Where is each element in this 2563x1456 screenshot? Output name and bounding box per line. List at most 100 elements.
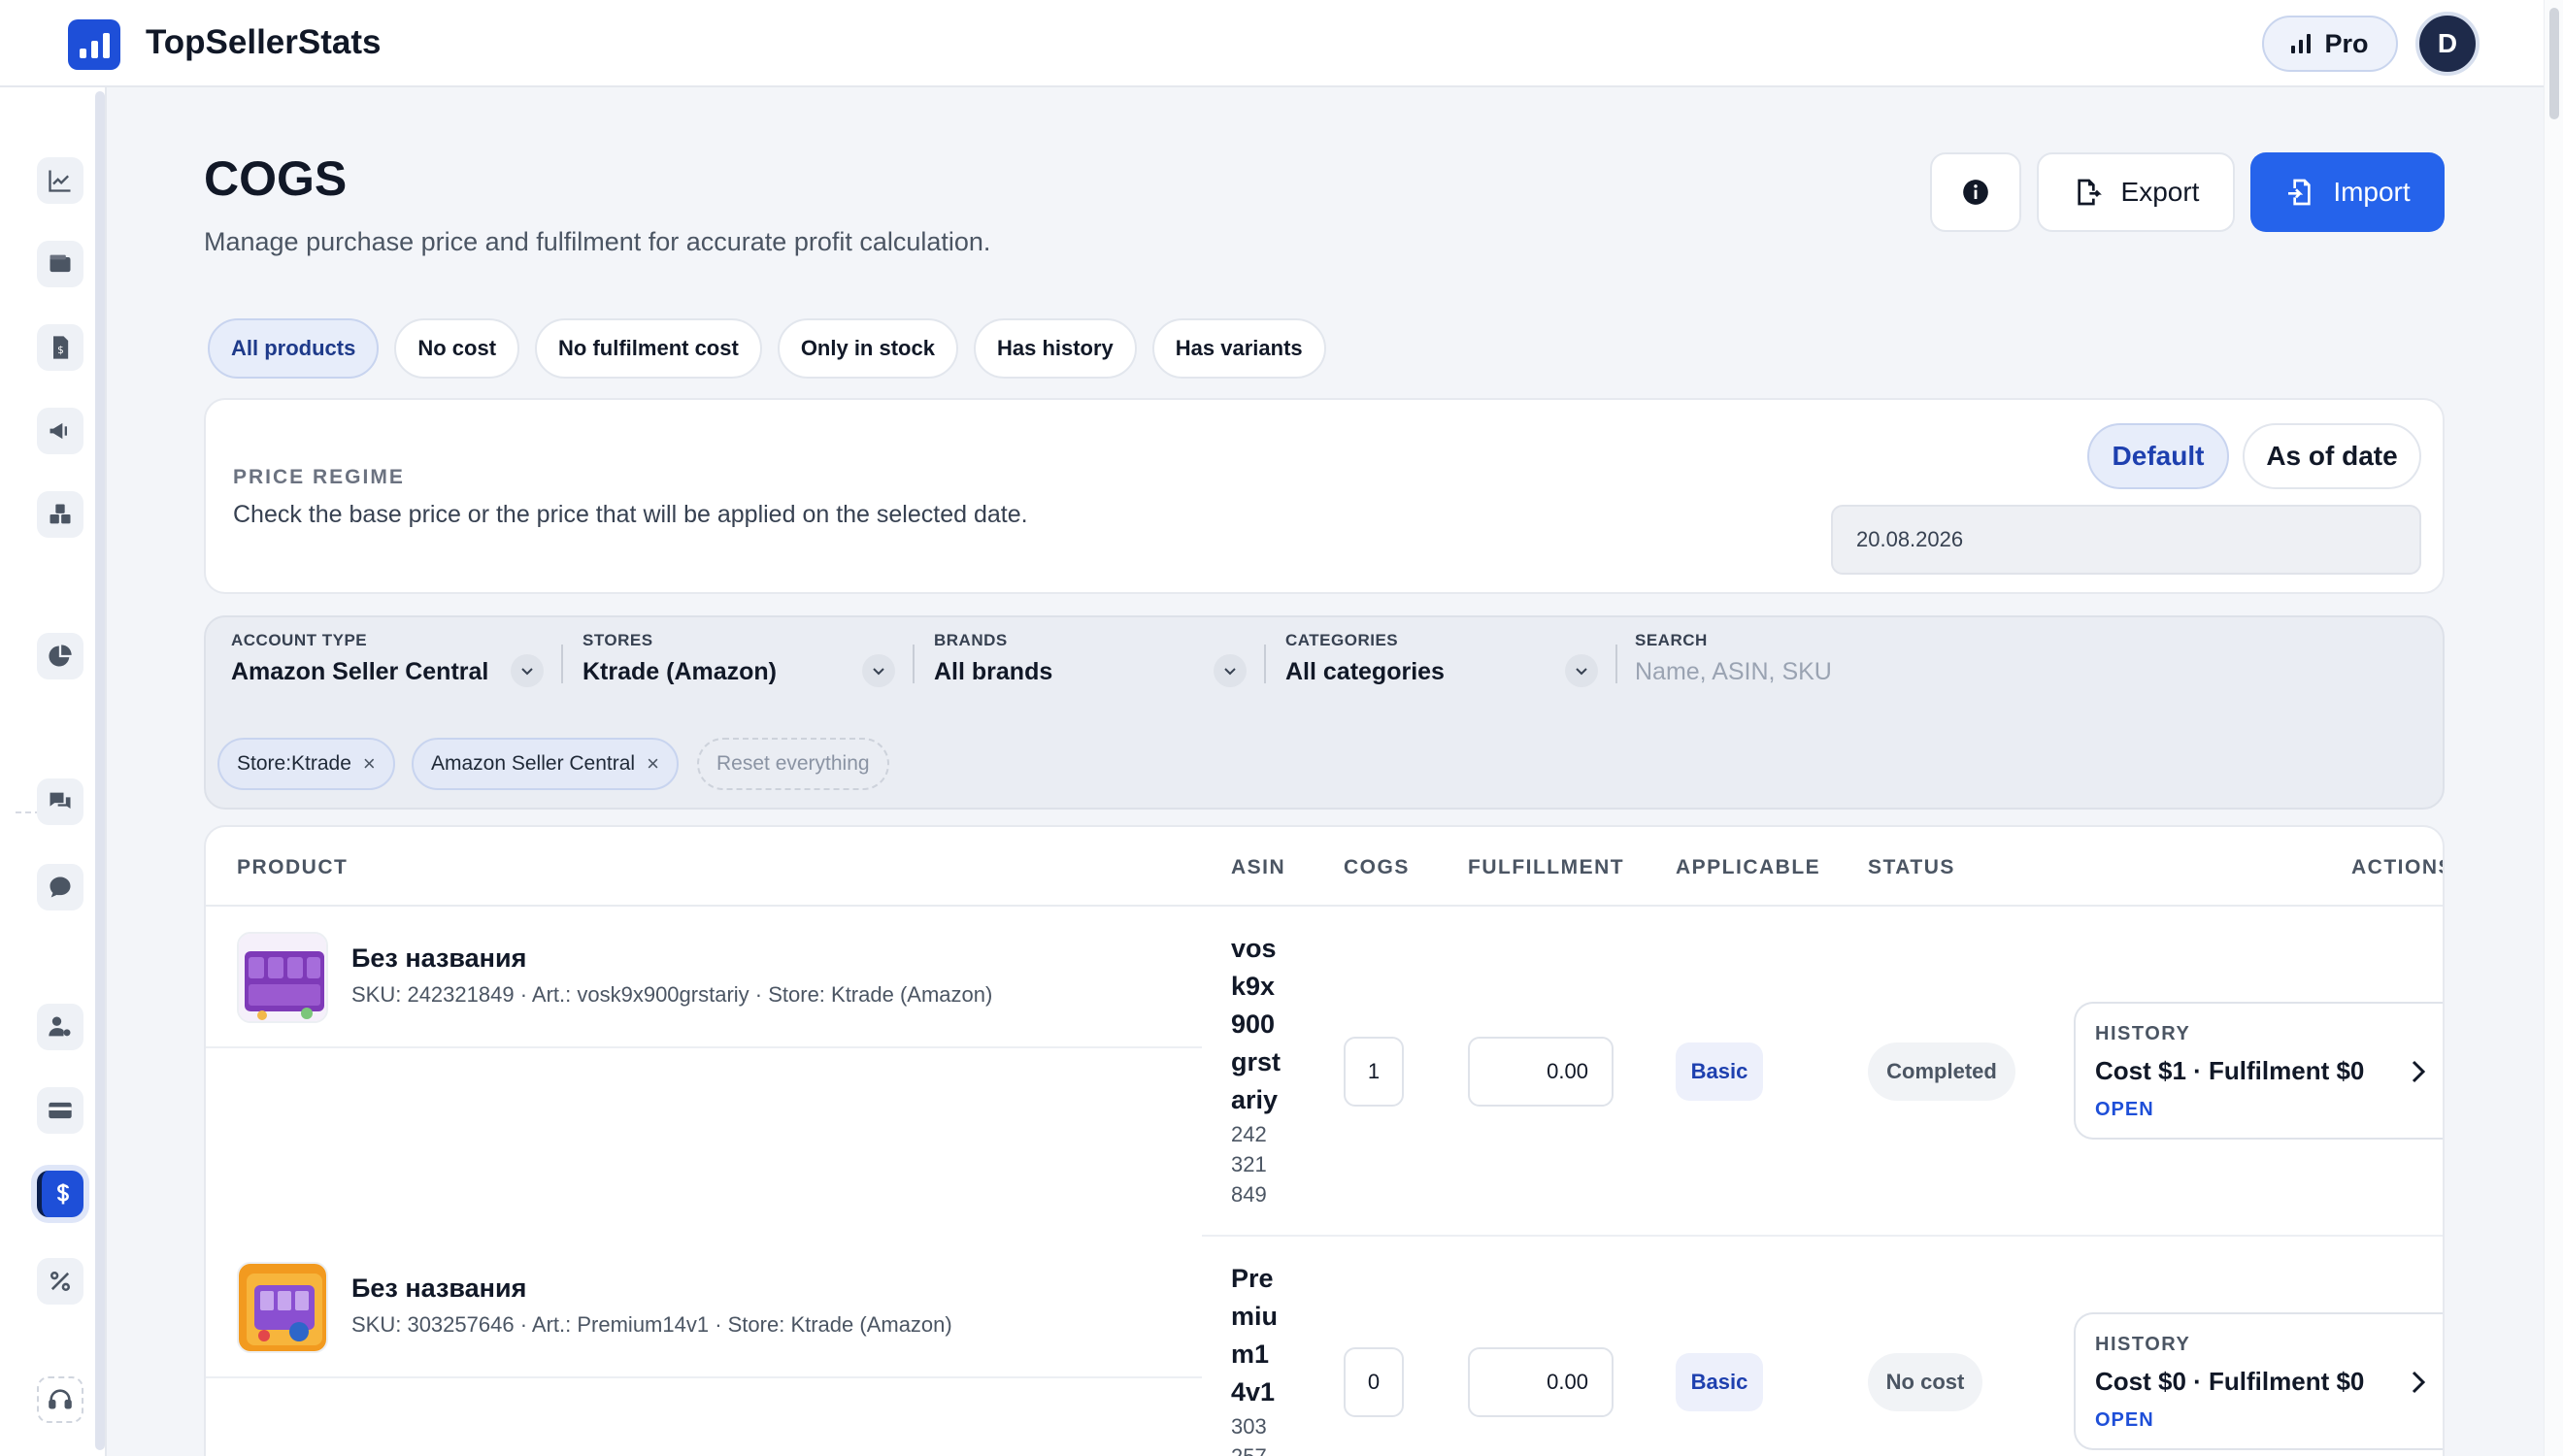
chip-label: Store:Ktrade <box>237 752 351 775</box>
percent-icon[interactable] <box>37 1258 83 1305</box>
price-regime-description: Check the base price or the price that w… <box>233 501 1028 528</box>
message-icon[interactable] <box>37 864 83 910</box>
divider <box>913 645 915 683</box>
avatar[interactable]: D <box>2415 12 2480 76</box>
user-settings-icon[interactable] <box>37 1004 83 1050</box>
default-toggle[interactable]: Default <box>2087 423 2229 489</box>
import-icon <box>2288 179 2311 206</box>
fulfillment-input[interactable]: 0.00 <box>1468 1347 1614 1417</box>
close-icon[interactable]: × <box>647 751 659 777</box>
applicable-badge: Basic <box>1676 1042 1763 1101</box>
account-type-select[interactable]: ACCOUNT TYPE Amazon Seller Central <box>231 631 551 699</box>
header-fulfillment: FULFILLMENT <box>1468 856 1625 878</box>
chevron-down-icon[interactable] <box>1214 654 1247 687</box>
chevron-down-icon[interactable] <box>862 654 895 687</box>
chip-label: Amazon Seller Central <box>431 752 636 775</box>
import-button[interactable]: Import <box>2250 152 2445 232</box>
chat-icon[interactable] <box>37 778 83 825</box>
credit-card-icon[interactable] <box>37 1087 83 1134</box>
product-name[interactable]: Без названия <box>351 1274 526 1304</box>
page-scrollbar[interactable] <box>2544 0 2563 1456</box>
asin-number: 303 <box>1231 1414 1267 1439</box>
history-text: Cost $0 · Fulfilment $0 <box>2095 1367 2365 1396</box>
tab-no-cost[interactable]: No cost <box>394 318 520 379</box>
product-meta: SKU: 303257646 · Art.: Premium14v1 · Sto… <box>351 1312 952 1337</box>
tab-all-products[interactable]: All products <box>208 318 380 379</box>
fulfillment-input[interactable]: 0.00 <box>1468 1037 1614 1107</box>
open-link[interactable]: OPEN <box>2095 1409 2154 1432</box>
logo-icon[interactable] <box>68 19 120 70</box>
analytics-icon[interactable] <box>37 157 83 204</box>
asin-text: 4v1 <box>1231 1377 1276 1406</box>
product-thumbnail[interactable] <box>237 1262 328 1353</box>
pie-chart-icon[interactable] <box>37 633 83 679</box>
export-icon <box>2077 179 2102 206</box>
history-text: Cost $1 · Fulfilment $0 <box>2095 1056 2365 1085</box>
import-label: Import <box>2333 177 2411 207</box>
product-name[interactable]: Без названия <box>351 943 526 974</box>
stores-select[interactable]: STORES Ktrade (Amazon) <box>582 631 874 699</box>
tab-no-fulfilment-cost[interactable]: No fulfilment cost <box>535 318 762 379</box>
asin-text: k9x <box>1231 972 1276 1001</box>
info-icon <box>1963 180 1988 205</box>
search-label: SEARCH <box>1635 631 1708 649</box>
dollar-icon[interactable] <box>37 1171 83 1217</box>
asin-text: m1 <box>1231 1340 1270 1369</box>
bars-icon <box>2291 34 2312 53</box>
invoice-icon[interactable]: $ <box>37 324 83 371</box>
categories-select[interactable]: CATEGORIES All categories <box>1285 631 1577 699</box>
export-label: Export <box>2120 177 2200 207</box>
top-bar: TopSellerStats Pro D <box>0 0 2544 87</box>
header-actions: ACTIONS <box>2351 856 2445 878</box>
price-regime-label: PRICE REGIME <box>233 466 405 488</box>
cogs-input[interactable]: 1 <box>1344 1037 1404 1107</box>
pro-label: Pro <box>2324 28 2369 58</box>
divider <box>561 645 563 683</box>
headset-icon[interactable] <box>37 1376 83 1423</box>
reset-everything-button[interactable]: Reset everything <box>697 738 889 790</box>
asin-text: ariy <box>1231 1085 1279 1114</box>
cogs-table: PRODUCT ASIN COGS FULFILLMENT APPLICABLE… <box>204 825 2445 1456</box>
megaphone-icon[interactable] <box>37 408 83 454</box>
status-badge: No cost <box>1868 1353 1982 1411</box>
history-card[interactable]: HISTORY Cost $1 · Fulfilment $0 OPEN <box>2074 1002 2443 1140</box>
filter-chip-store[interactable]: Store:Ktrade × <box>217 738 395 790</box>
open-link[interactable]: OPEN <box>2095 1099 2154 1121</box>
chevron-right-icon[interactable] <box>2406 1367 2429 1398</box>
header-asin: ASIN <box>1231 856 1286 878</box>
svg-text:$: $ <box>57 345 64 356</box>
brands-label: BRANDS <box>934 631 1008 649</box>
asin-number: 321 <box>1231 1152 1267 1176</box>
search-input[interactable]: SEARCH Name, ASIN, SKU <box>1635 631 2412 699</box>
scrollbar-thumb[interactable] <box>2549 8 2559 119</box>
tab-has-variants[interactable]: Has variants <box>1151 318 1326 379</box>
chevron-down-icon[interactable] <box>1565 654 1598 687</box>
sidebar-scrollbar[interactable] <box>95 91 105 1450</box>
asin-text: 900 <box>1231 1009 1276 1039</box>
tab-only-in-stock[interactable]: Only in stock <box>777 318 958 379</box>
account-type-label: ACCOUNT TYPE <box>231 631 368 649</box>
export-button[interactable]: Export <box>2037 152 2235 232</box>
divider <box>1264 645 1266 683</box>
brands-select[interactable]: BRANDS All brands <box>934 631 1225 699</box>
brand-name[interactable]: TopSellerStats <box>146 23 381 62</box>
cogs-input[interactable]: 0 <box>1344 1347 1404 1417</box>
tab-has-history[interactable]: Has history <box>973 318 1137 379</box>
info-button[interactable] <box>1930 152 2021 232</box>
divider <box>206 1376 1202 1378</box>
history-card[interactable]: HISTORY Cost $0 · Fulfilment $0 OPEN <box>2074 1312 2443 1450</box>
history-label: HISTORY <box>2095 1334 2191 1355</box>
boxes-icon[interactable] <box>37 491 83 538</box>
close-icon[interactable]: × <box>363 751 376 777</box>
wallet-icon[interactable] <box>37 241 83 287</box>
product-meta: SKU: 242321849 · Art.: vosk9x900grstariy… <box>351 982 993 1007</box>
pro-button[interactable]: Pro <box>2262 16 2398 72</box>
date-field[interactable]: 20.08.2026 <box>1831 505 2421 575</box>
chevron-down-icon[interactable] <box>511 654 544 687</box>
filter-chip-account[interactable]: Amazon Seller Central × <box>412 738 679 790</box>
as-of-date-toggle[interactable]: As of date <box>2243 423 2421 489</box>
divider <box>1202 1235 2443 1237</box>
asin-text: grst <box>1231 1047 1282 1076</box>
product-thumbnail[interactable] <box>237 932 328 1023</box>
chevron-right-icon[interactable] <box>2406 1056 2429 1087</box>
